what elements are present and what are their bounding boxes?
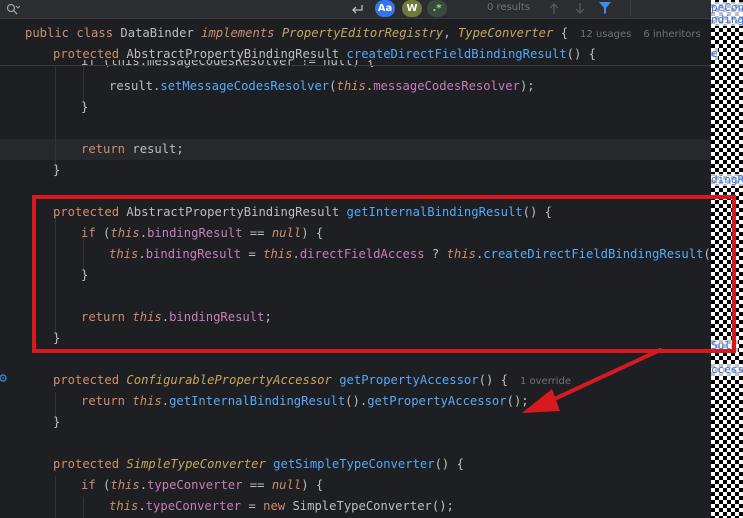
gutter-override-icon[interactable]: [0, 372, 8, 384]
code-line: }: [53, 163, 61, 177]
code-line: if (this.typeConverter == null) {: [81, 478, 324, 492]
filter-icon[interactable]: [598, 1, 612, 15]
method-declaration-getPropertyAccessor: protected ConfigurablePropertyAccessor g…: [53, 373, 572, 387]
code-line: return this.getInternalBindingResult().g…: [81, 394, 529, 408]
sticky-separator: [0, 65, 711, 66]
search-input[interactable]: [24, 1, 348, 17]
fragment-text: nding: [711, 13, 743, 26]
usages-hint[interactable]: 12 usages: [580, 29, 631, 40]
find-toolbar: Aa W .* 0 results: [0, 0, 711, 19]
code-line: }: [81, 100, 89, 114]
fragment-text: e: [711, 47, 718, 60]
inheritors-hint[interactable]: 6 inheritors: [643, 29, 700, 40]
ide-window: Aa W .* 0 results public class DataBinde…: [0, 0, 743, 518]
code-line: return result;: [81, 142, 184, 156]
match-case-toggle[interactable]: Aa: [375, 0, 395, 17]
annotation-highlight-box: [32, 195, 736, 353]
override-hint[interactable]: 1 override: [520, 376, 571, 387]
search-icon[interactable]: [6, 3, 20, 15]
whole-words-toggle[interactable]: W: [402, 0, 422, 17]
class-declaration: public class DataBinder implements Prope…: [25, 26, 701, 40]
code-line: this.typeConverter = new SimpleTypeConve…: [109, 499, 454, 513]
results-count: 0 results: [487, 2, 531, 13]
code-line-partial: if (this.messageCodesResolver != null) {: [81, 60, 375, 68]
indent-guide: [55, 476, 56, 518]
arrow-up-icon[interactable]: [548, 2, 560, 15]
code-line: }: [53, 415, 61, 429]
fragment-text: dingRes: [711, 174, 743, 186]
return-icon[interactable]: [350, 3, 364, 15]
regex-toggle[interactable]: .*: [427, 0, 447, 17]
fragment-text: ccess: [711, 363, 743, 376]
method-declaration-getSimpleTypeConverter: protected SimpleTypeConverter getSimpleT…: [53, 457, 464, 471]
indent-guide: [83, 497, 84, 518]
code-line: result.setMessageCodesResolver(this.mess…: [109, 79, 535, 93]
arrow-down-icon[interactable]: [574, 2, 586, 15]
toolbar-divider: [630, 0, 631, 17]
